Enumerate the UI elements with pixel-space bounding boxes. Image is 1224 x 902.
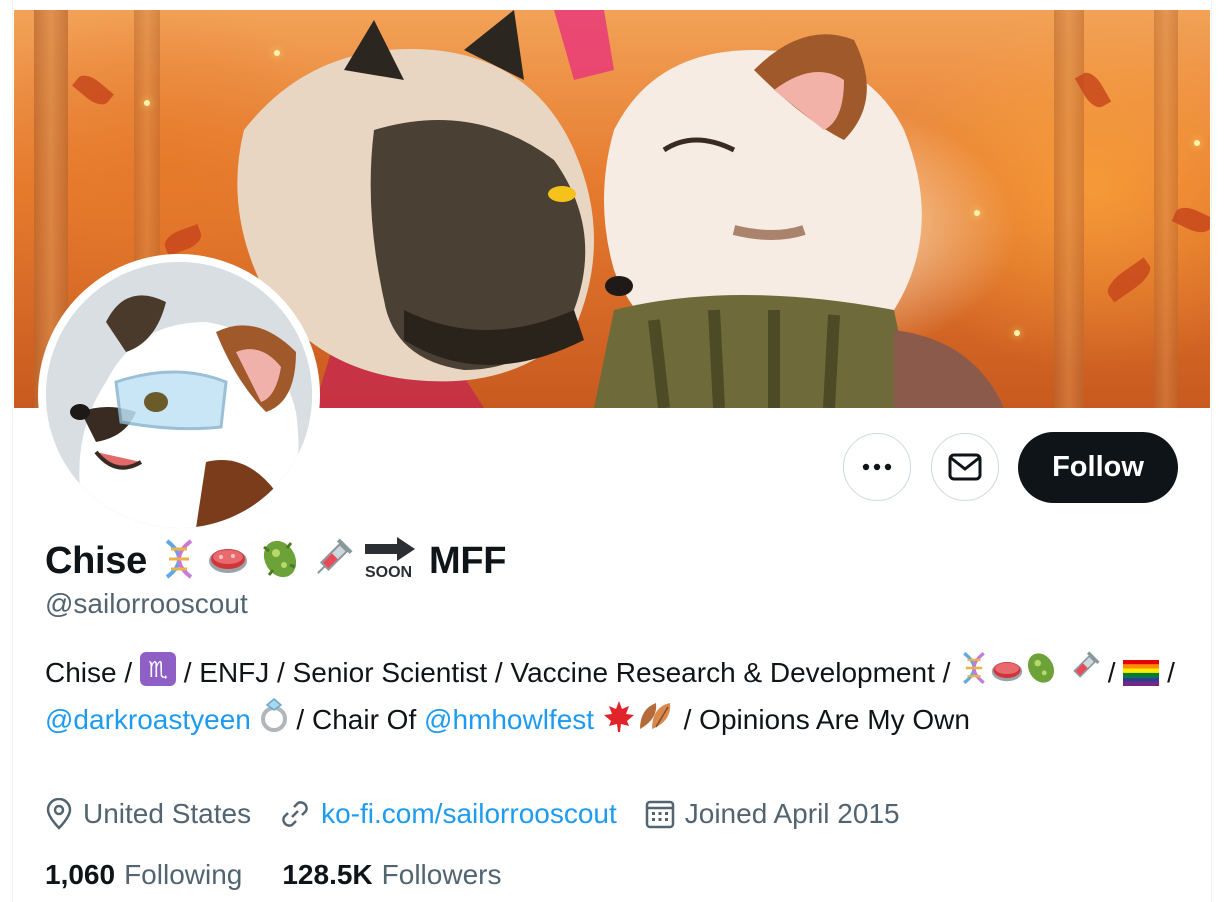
left-border [0, 0, 13, 902]
profile-meta: United States ko-fi.com/sailorrooscout J… [45, 793, 928, 835]
profile-avatar[interactable] [38, 254, 320, 536]
profile-stats: 1,060 Following 128.5K Followers [45, 853, 541, 897]
profile-handle: @sailorrooscout [45, 588, 248, 619]
mention-link-darkroastyeen[interactable]: @darkroastyeen [45, 704, 251, 735]
joined-item: Joined April 2015 [645, 798, 900, 830]
soon-arrow-icon: SOON [363, 536, 417, 586]
dna-icon [958, 650, 990, 697]
joined-text: Joined April 2015 [684, 798, 900, 829]
more-options-button[interactable] [843, 433, 911, 501]
bio-text: / [1167, 657, 1175, 688]
petri-dish-icon [207, 539, 249, 584]
avatar-illustration [46, 262, 312, 528]
followers-stat[interactable]: 128.5K Followers [282, 859, 501, 891]
display-name-text: Chise [45, 539, 147, 582]
scorpio-icon: ♏ [139, 652, 176, 697]
bio-text: / Chair Of [296, 704, 425, 735]
following-stat[interactable]: 1,060 Following [45, 859, 242, 891]
location-item: United States [45, 798, 251, 830]
bio-text: / [1107, 657, 1124, 688]
calendar-icon [645, 800, 675, 829]
syringe-icon [311, 537, 353, 586]
svg-text:♏: ♏ [148, 658, 168, 683]
message-button[interactable] [931, 433, 999, 501]
fallen-leaf-icon [636, 699, 676, 744]
maple-leaf-icon [602, 699, 636, 744]
follow-button[interactable]: Follow [1018, 432, 1178, 503]
microbe-icon [1024, 650, 1058, 697]
dna-icon [161, 537, 197, 586]
mention-link-hmhowlfest[interactable]: @hmhowlfest [424, 704, 594, 735]
website-item[interactable]: ko-fi.com/sailorrooscout [279, 798, 617, 830]
display-name-suffix: MFF [428, 539, 507, 582]
bio-text: / Opinions Are My Own [683, 704, 970, 735]
rainbow-flag-icon [1123, 657, 1160, 697]
bio-text: Chise / [45, 657, 140, 688]
location-pin-icon [46, 798, 72, 830]
petri-dish-icon [990, 654, 1024, 697]
right-border [1211, 0, 1224, 902]
microbe-icon [259, 537, 301, 586]
soon-label: SOON [364, 564, 413, 581]
location-text: United States [83, 798, 252, 829]
more-dots-icon [862, 463, 892, 471]
ring-icon [259, 697, 289, 744]
following-count: 1,060 [45, 859, 116, 890]
syringe-icon [1066, 650, 1100, 697]
bio-text: / ENFJ / Senior Scientist / Vaccine Rese… [183, 657, 959, 688]
website-link[interactable]: ko-fi.com/sailorrooscout [321, 798, 617, 830]
followers-count: 128.5K [282, 859, 373, 890]
profile-bio: Chise / ♏ / ENFJ / Senior Scientist / Va… [45, 650, 1175, 744]
display-name: Chise SOON MFF [45, 536, 506, 586]
followers-label: Followers [381, 859, 502, 890]
envelope-icon [948, 453, 982, 481]
link-icon [282, 801, 308, 827]
following-label: Following [124, 859, 243, 890]
